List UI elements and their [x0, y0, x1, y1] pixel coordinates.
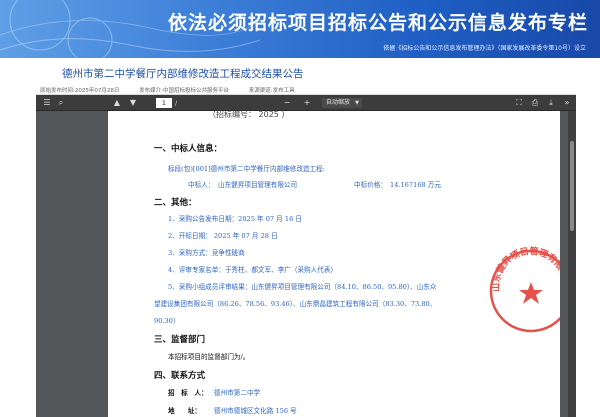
winner-heading: 一、中标人信息：	[154, 144, 223, 154]
company-seal: 山东健昇项目管理有限公司	[489, 246, 560, 333]
zoom-in-icon[interactable]: +	[302, 98, 312, 108]
zoom-select[interactable]: 自动缩放 ▼	[322, 98, 363, 108]
page-meta: 原始发布时间:2025年07月28日 发布媒介:中国招标投标公共服务平台 来源渠…	[40, 86, 313, 94]
svg-text:山东健昇项目管理有限公司: 山东健昇项目管理有限公司	[490, 246, 560, 292]
address-value: 德州市德城区文化路 156 号	[214, 407, 297, 415]
buyer-value: 德州市第二中学	[214, 389, 261, 397]
zoom-value: 自动缩放	[326, 99, 351, 106]
other-heading: 二、其他：	[154, 198, 197, 208]
buyer-label: 招 标 人：	[168, 389, 208, 397]
page-number-input[interactable]: 1	[156, 98, 172, 108]
price-value: 14.167168 万元	[390, 181, 441, 189]
page-separator: /	[175, 99, 178, 107]
print-icon[interactable]: ⎙	[530, 98, 540, 108]
price-label: 中标价格：	[354, 181, 387, 189]
supervise-heading: 三、监督部门	[154, 335, 206, 345]
winner-name: 山东健昇项目管理有限公司	[218, 181, 298, 189]
winner-label: 中标人：	[188, 181, 215, 189]
other-item: 5、采购小组成员评审结果：山东健昇项目管理有限公司（84.10、86.50、95…	[168, 283, 437, 291]
more-tools-icon[interactable]: »	[562, 98, 572, 108]
scroll-thumb[interactable]	[570, 141, 574, 231]
pdf-viewer[interactable]: ☰ ⌕ ▲ ▼ 1 / − + 自动缩放 ▼ ⛶ ⎙ ⤓ » （招标编号： 20…	[36, 95, 576, 417]
supervise-text: 本招标项目的监督部门为/。	[168, 353, 250, 361]
banner-title: 依法必须招标项目招标公告和公示信息发布专栏	[167, 12, 588, 34]
page-up-icon[interactable]: ▲	[112, 98, 122, 108]
other-item: 1、采购公告发布日期：2025 年 07 月 16 日	[168, 215, 302, 223]
pdf-page: （招标编号： 2025 ） 一、中标人信息： 标段(包)[001]德州市第二中学…	[108, 111, 560, 417]
tender-number-cut: （招标编号： 2025 ）	[208, 111, 290, 119]
contact-heading: 四、联系方式	[154, 371, 206, 381]
other-item: 2、开标日期： 2025 年 07 月 28 日	[168, 232, 278, 240]
header-banner: 依法必须招标项目招标公告和公示信息发布专栏 依据《招标公告和公示信息发布管理办法…	[0, 0, 600, 58]
viewer-scrollbar[interactable]	[568, 111, 576, 417]
download-icon[interactable]: ⤓	[546, 98, 556, 108]
presentation-icon[interactable]: ⛶	[514, 98, 524, 108]
banner-subtitle: 依据《招标公告和公示信息发布管理办法》（国家发展改革委令第10号）设立	[383, 45, 586, 52]
page-down-icon[interactable]: ▼	[128, 98, 138, 108]
page-title: 德州市第二中学餐厅内部维修改造工程成交结果公告	[62, 68, 304, 80]
search-icon[interactable]: ⌕	[56, 98, 66, 108]
chevron-down-icon: ▼	[355, 100, 360, 106]
other-item: 望建设集团有限公司（86.26、78.56、93.46）、山东鼎晶建筑工程有限公…	[154, 300, 437, 308]
zoom-out-icon[interactable]: −	[282, 98, 292, 108]
other-item: 90.30）	[154, 317, 180, 325]
sidebar-toggle-icon[interactable]: ☰	[42, 98, 52, 108]
pdf-toolbar: ☰ ⌕ ▲ ▼ 1 / − + 自动缩放 ▼ ⛶ ⎙ ⤓ »	[36, 95, 576, 111]
lot-line: 标段(包)[001]德州市第二中学餐厅内部维修改造工程:	[168, 165, 325, 173]
other-item: 4、评审专家名单：于秀柱、郝文军、李广（采购人代表）	[168, 266, 338, 274]
other-item: 3、采购方式：竞争性磋商	[168, 249, 245, 257]
address-label: 地 址：	[168, 407, 201, 415]
